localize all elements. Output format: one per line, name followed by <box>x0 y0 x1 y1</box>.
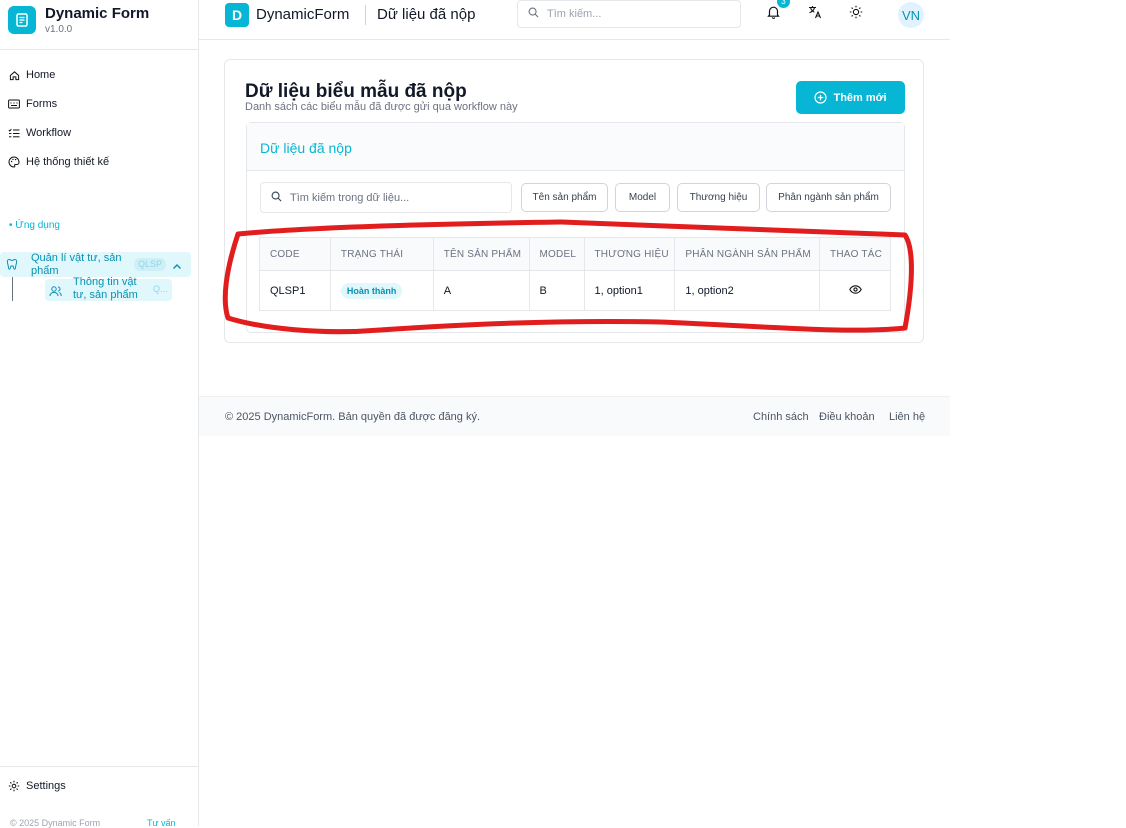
tooth-icon <box>6 258 18 276</box>
cell-status: Hoàn thành <box>330 270 434 311</box>
notification-count-badge: 3 <box>777 0 790 8</box>
header-divider <box>365 5 366 25</box>
sidebar-item-label: Home <box>26 69 56 81</box>
bell-icon <box>766 5 780 24</box>
column-header-category[interactable]: PHÂN NGÀNH SẢN PHẨM <box>674 237 821 271</box>
chevron-up-icon[interactable] <box>172 258 182 276</box>
search-icon <box>271 189 282 207</box>
avatar[interactable]: VN <box>898 2 924 28</box>
theme-toggle-button[interactable] <box>846 4 866 24</box>
top-header: D DynamicForm Dữ liệu đã nộp 3 VN <box>199 0 950 40</box>
sidebar-item-home[interactable]: Home <box>0 64 198 86</box>
sidebar-subitem-label: Thông tin vật tư, sản phẩm <box>73 276 138 301</box>
page-footer: © 2025 DynamicForm. Bản quyền đã được đă… <box>199 396 950 436</box>
plus-circle-icon <box>814 91 828 104</box>
card-title: Dữ liệu biểu mẫu đã nộp <box>245 81 467 102</box>
brand: Dynamic Form v1.0.0 <box>0 0 198 50</box>
submissions-table: CODE TRẠNG THÁI TÊN SẢN PHẨM MODEL THƯƠN… <box>259 237 891 311</box>
filter-chip-brand[interactable]: Thương hiệu <box>677 183 760 212</box>
page-title: Dữ liệu đã nộp <box>377 6 476 23</box>
sidebar: Dynamic Form v1.0.0 Home Forms Workflow … <box>0 0 199 828</box>
cell-brand: 1, option1 <box>584 270 676 311</box>
section-label-apps: • Ứng dụng <box>9 220 60 231</box>
status-badge: Hoàn thành <box>340 282 403 299</box>
app-code-badge: QLSP <box>134 258 167 271</box>
eye-icon[interactable] <box>848 284 862 294</box>
column-header-status[interactable]: TRẠNG THÁI <box>330 237 434 271</box>
sidebar-subitem-product-info[interactable]: Thông tin vật tư, sản phẩm Q... <box>45 276 172 302</box>
footer-link-terms[interactable]: Điều khoản <box>819 411 875 423</box>
filter-chip-model[interactable]: Model <box>615 183 670 212</box>
panel-title: Dữ liệu đã nộp <box>260 140 352 156</box>
list-check-icon <box>8 127 20 139</box>
add-new-button[interactable]: Thêm mới <box>796 81 905 114</box>
data-search-input[interactable] <box>290 191 490 204</box>
data-panel: Dữ liệu đã nộp Tên sản phẩm Model Thương… <box>246 122 905 333</box>
filter-chip-product-name[interactable]: Tên sản phẩm <box>521 183 608 212</box>
column-header-code[interactable]: CODE <box>259 237 331 271</box>
filter-chip-category[interactable]: Phân ngành sản phẩm <box>766 183 891 212</box>
brand-version: v1.0.0 <box>45 24 73 35</box>
sidebar-item-design-system[interactable]: Hệ thống thiết kế <box>0 151 198 173</box>
column-header-brand[interactable]: THƯƠNG HIỆU <box>584 237 676 271</box>
sidebar-footer: Settings <box>0 766 198 792</box>
data-search[interactable] <box>260 182 512 213</box>
sidebar-item-label: Forms <box>26 98 58 110</box>
app-name[interactable]: DynamicForm <box>256 6 349 23</box>
sidebar-item-label: Workflow <box>26 127 72 139</box>
cell-model: B <box>529 270 585 311</box>
sidebar-item-label: Hệ thống thiết kế <box>26 156 110 168</box>
cell-category: 1, option2 <box>674 270 821 311</box>
subitem-code-badge: Q... <box>153 284 168 294</box>
sidebar-bottom-link[interactable]: Tư vấn <box>147 818 176 828</box>
gear-icon <box>8 780 20 792</box>
app-logo[interactable]: D <box>225 3 249 27</box>
translate-icon <box>808 5 822 24</box>
card-subtitle: Danh sách các biểu mẫu đã được gửi qua w… <box>245 101 518 113</box>
sidebar-item-forms[interactable]: Forms <box>0 93 198 115</box>
palette-icon <box>8 156 20 168</box>
footer-copyright: © 2025 DynamicForm. Bản quyền đã được đă… <box>225 411 481 423</box>
keyboard-icon <box>8 98 20 110</box>
column-header-actions: THAO TÁC <box>819 237 891 271</box>
sidebar-item-settings[interactable]: Settings <box>0 775 198 797</box>
add-new-label: Thêm mới <box>833 91 887 104</box>
cell-actions <box>820 271 891 311</box>
form-logo-icon <box>8 6 36 34</box>
sun-icon <box>849 5 863 24</box>
submitted-data-card: Dữ liệu biểu mẫu đã nộp Danh sách các bi… <box>224 59 924 343</box>
panel-header: Dữ liệu đã nộp <box>247 123 904 171</box>
sidebar-group-inventory[interactable]: Quản lí vật tư, sản phẩm QLSP <box>0 252 191 277</box>
search-icon <box>528 5 539 23</box>
users-icon <box>49 284 62 302</box>
column-header-model[interactable]: MODEL <box>529 237 585 271</box>
footer-link-policy[interactable]: Chính sách <box>753 411 809 423</box>
table-header-row: CODE TRẠNG THÁI TÊN SẢN PHẨM MODEL THƯƠN… <box>259 237 891 271</box>
sidebar-item-workflow[interactable]: Workflow <box>0 122 198 144</box>
sidebar-copyright: © 2025 Dynamic Form <box>10 818 101 828</box>
global-search[interactable] <box>517 0 741 28</box>
home-icon <box>8 69 20 81</box>
tree-line <box>12 277 13 301</box>
sidebar-group-label: Quản lí vật tư, sản phẩm <box>31 252 122 277</box>
cell-code: QLSP1 <box>259 270 331 311</box>
footer-link-contact[interactable]: Liên hệ <box>889 411 925 423</box>
sidebar-item-label: Settings <box>26 780 66 792</box>
search-input[interactable] <box>547 8 727 20</box>
cell-product-name: A <box>433 270 530 311</box>
language-button[interactable] <box>805 4 825 24</box>
table-row[interactable]: QLSP1 Hoàn thành A B 1, option1 1, optio… <box>259 270 891 311</box>
brand-title: Dynamic Form <box>45 5 150 22</box>
column-header-product-name[interactable]: TÊN SẢN PHẨM <box>433 237 530 271</box>
